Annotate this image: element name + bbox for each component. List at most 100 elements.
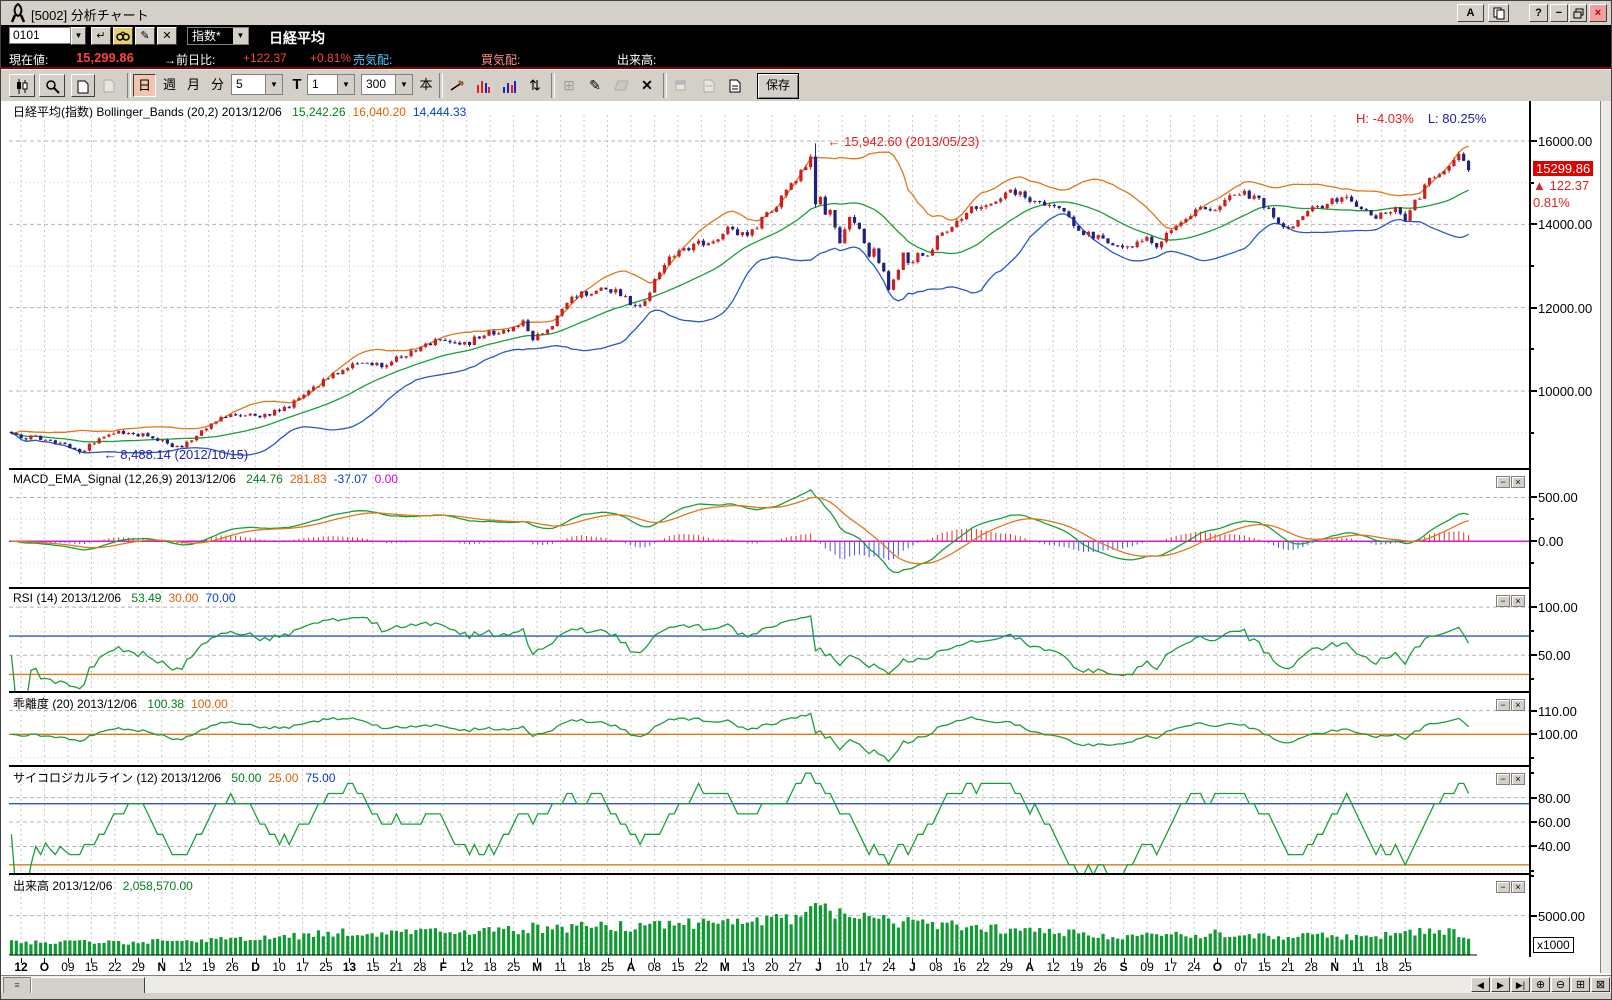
- x-axis-tick: [513, 958, 515, 963]
- x-axis-tick: [748, 958, 750, 963]
- x-axis-tick: [795, 958, 797, 963]
- grid-tool-icon[interactable]: ⊞: [557, 74, 581, 97]
- restore-icon[interactable]: [1569, 4, 1587, 22]
- y-axis-tick: [1529, 223, 1537, 226]
- delete-tool-icon[interactable]: ✕: [635, 74, 659, 97]
- font-button[interactable]: A: [1457, 4, 1484, 22]
- rsi-panel-minimize-button[interactable]: −: [1496, 595, 1510, 607]
- period-day-button[interactable]: 日: [133, 74, 156, 97]
- y-axis-tick-label: 60.00: [1538, 815, 1571, 831]
- y-axis-tick: [1529, 821, 1537, 824]
- trendline-tool-icon[interactable]: [445, 74, 469, 97]
- kairi-plot[interactable]: [9, 691, 1529, 765]
- period-minute-button[interactable]: 分: [206, 74, 229, 97]
- titlebar: [5002] 分析チャート A ? − ×: [1, 1, 1611, 26]
- x-axis-tick: [865, 958, 867, 963]
- period-week-button[interactable]: 週: [158, 74, 181, 97]
- macd-panel-close-button[interactable]: ×: [1511, 476, 1525, 488]
- code-input[interactable]: 0101: [9, 27, 71, 44]
- scroll-right-button[interactable]: ▶: [1491, 977, 1510, 992]
- x-axis-tick: [982, 958, 984, 963]
- volume-panel-close-button[interactable]: ×: [1511, 881, 1525, 893]
- scrollbar-grip[interactable]: ≡: [3, 977, 31, 994]
- price-plot[interactable]: [9, 101, 1529, 467]
- psych-panel-window-buttons: − ×: [1495, 769, 1525, 787]
- eraser-tool-icon[interactable]: [609, 74, 633, 97]
- minute-dropdown-icon[interactable]: ▼: [265, 75, 282, 94]
- blue-histogram-icon[interactable]: [497, 74, 521, 97]
- load-page-icon[interactable]: [723, 74, 747, 97]
- window-layout-icon[interactable]: [669, 74, 695, 97]
- x-axis-tick: [466, 958, 468, 963]
- scroll-end-button[interactable]: ▶|: [1511, 977, 1530, 992]
- y-axis-tick: [1529, 845, 1537, 848]
- y-axis-tick: [1529, 914, 1537, 917]
- volume-panel-minimize-button[interactable]: −: [1496, 881, 1510, 893]
- copy-icon[interactable]: [1488, 4, 1509, 22]
- minimize-button[interactable]: −: [1550, 4, 1568, 22]
- panel-indicator-value: 16,040.20: [352, 105, 406, 119]
- scroll-left-button[interactable]: ◀: [1471, 977, 1490, 992]
- y-axis-tick: [1529, 540, 1537, 543]
- tick-dropdown-icon[interactable]: ▼: [337, 75, 354, 94]
- vertical-scrollbar[interactable]: [1600, 101, 1611, 973]
- edit-note-icon[interactable]: ✎: [135, 27, 155, 45]
- panel-title: 出来高 2013/12/06: [13, 879, 116, 893]
- zoom-out-button[interactable]: ⊖: [1551, 977, 1570, 992]
- app-window: [5002] 分析チャート A ? − × 0101 ▼ ↵ ✎ ✕ 指数* ▼ …: [0, 0, 1612, 1000]
- y-axis-tick: [1529, 140, 1537, 142]
- category-dropdown-icon[interactable]: ▼: [233, 28, 248, 44]
- kairi-panel-legend: 乖離度 (20) 2013/12/06 100.38 100.00: [13, 695, 228, 712]
- new-page-icon[interactable]: [71, 74, 95, 97]
- volume-label: 出来高:: [617, 53, 657, 67]
- x-axis-tick: [185, 958, 187, 963]
- pencil-tool-icon[interactable]: ✎: [583, 74, 607, 97]
- candle-chart-icon[interactable]: [9, 74, 35, 97]
- help-button[interactable]: ?: [1529, 4, 1548, 22]
- x-axis-tick: [1381, 958, 1383, 963]
- scrollbar-thumb[interactable]: [31, 977, 145, 994]
- zoom-in-button[interactable]: ⊕: [1531, 977, 1550, 992]
- bars-dropdown-icon[interactable]: ▼: [395, 75, 412, 94]
- grid-toggle-button[interactable]: ⊞: [1571, 977, 1590, 992]
- category-select[interactable]: 指数* ▼: [187, 27, 249, 45]
- psych-panel-close-button[interactable]: ×: [1511, 773, 1525, 785]
- rsi-plot[interactable]: [9, 587, 1529, 691]
- save-button[interactable]: 保存: [757, 73, 800, 99]
- rsi-panel-close-button[interactable]: ×: [1511, 595, 1525, 607]
- horizontal-scrollbar[interactable]: ≡ ◀ ▶ ▶| ⊕ ⊖ ⊞ ⊠: [1, 975, 1611, 994]
- peak-annotation: ← 15,942.60 (2013/05/23): [827, 134, 980, 150]
- tick-label: T: [289, 74, 305, 97]
- x-axis-tick: [1287, 958, 1289, 963]
- code-dropdown-icon[interactable]: ▼: [71, 27, 86, 45]
- macd-panel-legend: MACD_EMA_Signal (12,26,9) 2013/12/06 244…: [13, 472, 398, 486]
- y-axis-tick-label: 10000.00: [1538, 384, 1593, 399]
- clear-icon[interactable]: ✕: [157, 27, 177, 45]
- last-price-change: ▲ 122.37: [1533, 178, 1590, 194]
- save-page-icon[interactable]: [697, 74, 721, 97]
- sort-updown-icon[interactable]: ⇅: [523, 74, 547, 97]
- panel-indicator-value: -37.07: [333, 472, 368, 486]
- y-axis-tick-label: 5000.00: [1538, 908, 1585, 924]
- binoculars-icon[interactable]: [113, 27, 133, 45]
- copy-page-icon[interactable]: [97, 74, 121, 97]
- x-axis-tick: [889, 958, 891, 963]
- volume-plot[interactable]: [9, 873, 1529, 957]
- macd-panel-minimize-button[interactable]: −: [1496, 476, 1510, 488]
- zoom-tool-icon[interactable]: [39, 74, 65, 97]
- minute-select[interactable]: 5 ▼: [231, 74, 283, 95]
- panel-title: 乖離度 (20) 2013/12/06: [13, 697, 141, 711]
- tick-select[interactable]: 1 ▼: [307, 74, 355, 95]
- psych-panel-minimize-button[interactable]: −: [1496, 773, 1510, 785]
- kairi-panel-close-button[interactable]: ×: [1511, 699, 1525, 711]
- period-month-button[interactable]: 月: [182, 74, 205, 97]
- close-button[interactable]: ×: [1589, 4, 1607, 22]
- enter-icon[interactable]: ↵: [91, 27, 111, 45]
- red-histogram-icon[interactable]: [471, 74, 495, 97]
- kairi-panel-minimize-button[interactable]: −: [1496, 699, 1510, 711]
- panel-close-nav-button[interactable]: ⊠: [1591, 977, 1610, 992]
- current-label: 現在値:: [9, 53, 49, 67]
- y-axis-tick-label: 16000.00: [1538, 134, 1593, 149]
- bars-select[interactable]: 300 ▼: [361, 74, 413, 95]
- y-axis-minor-tick: [1529, 756, 1534, 759]
